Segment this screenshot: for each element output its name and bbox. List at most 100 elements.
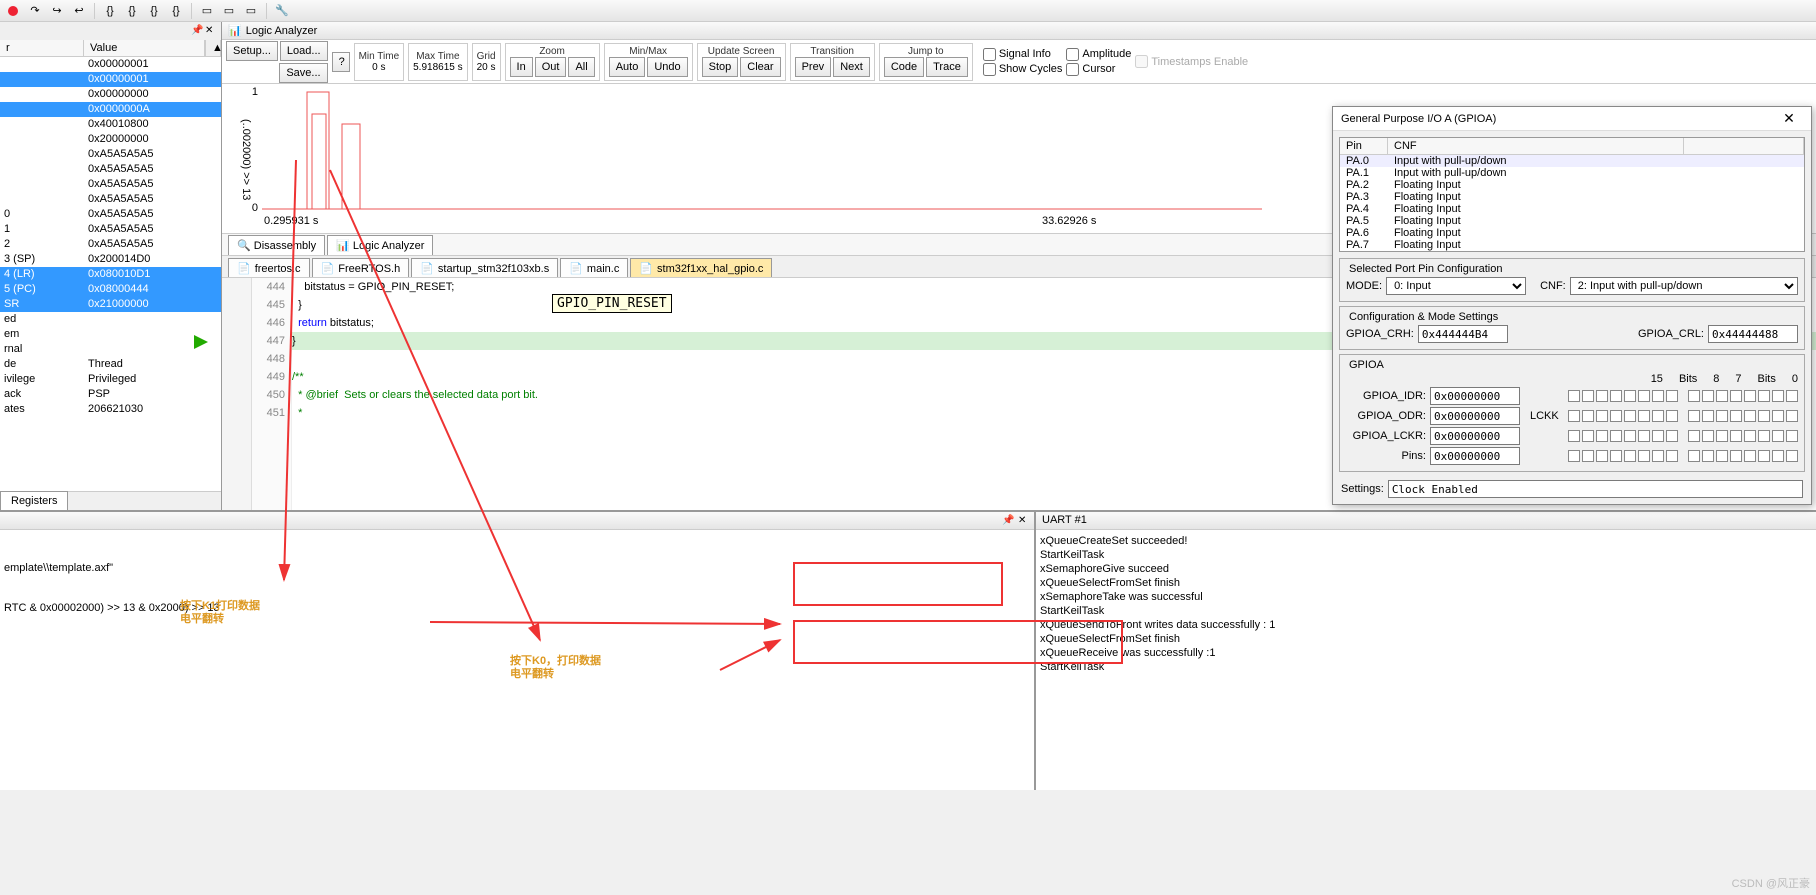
pin-row[interactable]: PA.6Floating Input — [1340, 227, 1804, 239]
pin-icon[interactable]: 📌 — [1002, 515, 1014, 527]
bit-checkbox[interactable] — [1758, 430, 1770, 442]
bit-checkbox[interactable] — [1688, 410, 1700, 422]
pin-row[interactable]: PA.4Floating Input — [1340, 203, 1804, 215]
bit-checkbox[interactable] — [1582, 390, 1594, 402]
bit-checkbox[interactable] — [1744, 430, 1756, 442]
save-button[interactable]: Save... — [279, 63, 327, 83]
bit-checkbox[interactable] — [1772, 450, 1784, 462]
tab-logic-analyzer[interactable]: 📊 Logic Analyzer — [327, 235, 433, 255]
bit-checkbox[interactable] — [1596, 410, 1608, 422]
bit-checkbox[interactable] — [1744, 450, 1756, 462]
file-tab[interactable]: 📄main.c — [560, 258, 628, 277]
bit-checkbox[interactable] — [1596, 390, 1608, 402]
help-button[interactable]: ? — [332, 52, 350, 72]
bit-checkbox[interactable] — [1730, 450, 1742, 462]
clear-button[interactable]: Clear — [740, 57, 780, 77]
stop-button[interactable]: Stop — [702, 57, 739, 77]
register-row[interactable]: rnal — [0, 342, 221, 357]
register-row[interactable]: ivilegePrivileged — [0, 372, 221, 387]
bit-checkbox[interactable] — [1652, 390, 1664, 402]
close-icon[interactable]: ✕ — [1018, 515, 1030, 527]
bit-checkbox[interactable] — [1582, 450, 1594, 462]
bit-checkbox[interactable] — [1758, 450, 1770, 462]
zoom-all-button[interactable]: All — [568, 57, 594, 77]
bit-checkbox[interactable] — [1596, 450, 1608, 462]
bit-checkbox[interactable] — [1688, 430, 1700, 442]
bit-checkbox[interactable] — [1758, 390, 1770, 402]
step-icon[interactable]: ↷ — [26, 2, 44, 20]
bit-checkbox[interactable] — [1786, 430, 1798, 442]
cursor-checkbox[interactable]: Cursor — [1066, 63, 1131, 76]
register-row[interactable]: 5 (PC)0x08000444 — [0, 282, 221, 297]
register-row[interactable]: 0x00000001 — [0, 57, 221, 72]
bit-checkbox[interactable] — [1596, 430, 1608, 442]
undo-button[interactable]: Undo — [647, 57, 687, 77]
bit-checkbox[interactable] — [1624, 450, 1636, 462]
register-row[interactable]: 0xA5A5A5A5 — [0, 192, 221, 207]
idr-field[interactable] — [1430, 387, 1520, 405]
close-icon[interactable]: ✕ — [205, 25, 217, 37]
register-row[interactable]: 0x00000000 — [0, 87, 221, 102]
bit-checkbox[interactable] — [1716, 410, 1728, 422]
setup-button[interactable]: Setup... — [226, 41, 278, 61]
amplitude-checkbox[interactable]: Amplitude — [1066, 48, 1131, 61]
bit-checkbox[interactable] — [1666, 390, 1678, 402]
bit-checkbox[interactable] — [1702, 450, 1714, 462]
register-row[interactable]: 0x00000001 — [0, 72, 221, 87]
braces-icon[interactable]: {} — [101, 2, 119, 20]
bit-checkbox[interactable] — [1624, 390, 1636, 402]
register-row[interactable]: SR0x21000000 — [0, 297, 221, 312]
cnf-select[interactable]: 2: Input with pull-up/down — [1570, 277, 1798, 295]
crh-field[interactable] — [1418, 325, 1508, 343]
bit-checkbox[interactable] — [1638, 450, 1650, 462]
register-row[interactable]: 4 (LR)0x080010D1 — [0, 267, 221, 282]
bit-checkbox[interactable] — [1688, 450, 1700, 462]
bit-checkbox[interactable] — [1786, 410, 1798, 422]
window-icon[interactable]: ▭ — [242, 2, 260, 20]
bit-checkbox[interactable] — [1744, 410, 1756, 422]
bit-checkbox[interactable] — [1716, 430, 1728, 442]
bit-checkbox[interactable] — [1568, 410, 1580, 422]
step-out-icon[interactable]: ↩ — [70, 2, 88, 20]
bit-checkbox[interactable] — [1638, 390, 1650, 402]
crl-field[interactable] — [1708, 325, 1798, 343]
next-button[interactable]: Next — [833, 57, 870, 77]
braces-icon[interactable]: {} — [145, 2, 163, 20]
register-row[interactable]: 10xA5A5A5A5 — [0, 222, 221, 237]
file-tab[interactable]: 📄startup_stm32f103xb.s — [411, 258, 558, 277]
window-icon[interactable]: ▭ — [198, 2, 216, 20]
trace-button[interactable]: Trace — [926, 57, 968, 77]
bit-checkbox[interactable] — [1786, 390, 1798, 402]
bit-checkbox[interactable] — [1610, 390, 1622, 402]
bit-checkbox[interactable] — [1624, 430, 1636, 442]
register-row[interactable]: ackPSP — [0, 387, 221, 402]
show-cycles-checkbox[interactable]: Show Cycles — [983, 63, 1063, 76]
mode-select[interactable]: 0: Input — [1386, 277, 1526, 295]
bit-checkbox[interactable] — [1652, 450, 1664, 462]
auto-button[interactable]: Auto — [609, 57, 646, 77]
bit-checkbox[interactable] — [1716, 450, 1728, 462]
stop-debug-icon[interactable] — [4, 2, 22, 20]
register-row[interactable]: 00xA5A5A5A5 — [0, 207, 221, 222]
bit-checkbox[interactable] — [1730, 430, 1742, 442]
register-row[interactable]: 20xA5A5A5A5 — [0, 237, 221, 252]
bit-checkbox[interactable] — [1702, 390, 1714, 402]
bit-checkbox[interactable] — [1786, 450, 1798, 462]
close-icon[interactable]: ✕ — [1775, 110, 1803, 127]
bit-checkbox[interactable] — [1568, 390, 1580, 402]
pin-row[interactable]: PA.0Input with pull-up/down — [1340, 155, 1804, 167]
file-tab[interactable]: 📄freertos.c — [228, 258, 310, 277]
pin-row[interactable]: PA.5Floating Input — [1340, 215, 1804, 227]
braces-icon[interactable]: {} — [167, 2, 185, 20]
bit-checkbox[interactable] — [1568, 450, 1580, 462]
register-row[interactable]: 0x0000000A — [0, 102, 221, 117]
pin-icon[interactable]: 📌 — [191, 25, 203, 37]
pin-row[interactable]: PA.2Floating Input — [1340, 179, 1804, 191]
lckr-field[interactable] — [1430, 427, 1520, 445]
odr-field[interactable] — [1430, 407, 1520, 425]
bit-checkbox[interactable] — [1652, 410, 1664, 422]
pin-row[interactable]: PA.7Floating Input — [1340, 239, 1804, 251]
settings-field[interactable] — [1388, 480, 1803, 498]
bit-checkbox[interactable] — [1638, 430, 1650, 442]
register-row[interactable]: 0xA5A5A5A5 — [0, 147, 221, 162]
